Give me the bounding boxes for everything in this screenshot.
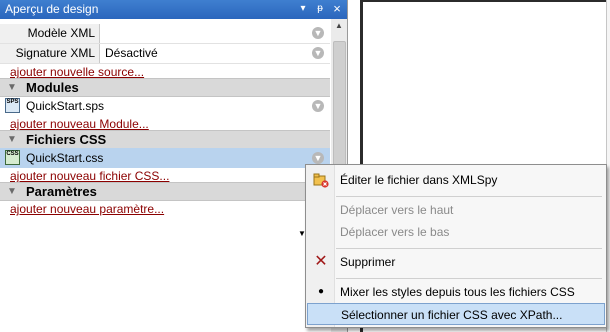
property-value[interactable]: Désactivé bbox=[105, 44, 158, 63]
module-file-row[interactable]: SPS QuickStart.sps ▼ bbox=[0, 96, 330, 116]
section-header-css[interactable]: ▼ Fichiers CSS bbox=[0, 130, 330, 149]
file-name: QuickStart.css bbox=[26, 151, 104, 165]
sps-file-icon: SPS bbox=[5, 98, 20, 113]
menu-separator bbox=[336, 248, 602, 249]
collapse-triangle-icon[interactable]: ▼ bbox=[7, 131, 17, 148]
menu-item-move-up: Déplacer vers le haut bbox=[307, 199, 605, 221]
close-icon[interactable]: × bbox=[330, 2, 344, 16]
add-css-link[interactable]: ajouter nouveau fichier CSS... bbox=[10, 169, 169, 183]
add-module-link[interactable]: ajouter nouveau Module... bbox=[10, 117, 149, 131]
section-header-parameters[interactable]: ▼ Paramètres bbox=[0, 182, 330, 201]
scroll-up-icon[interactable]: ▲ bbox=[331, 19, 347, 33]
panel-titlebar[interactable]: Aperçu de design ▾ ᵽ × bbox=[0, 0, 347, 19]
section-title: Modules bbox=[26, 80, 79, 95]
property-label: Modèle XML bbox=[0, 24, 100, 43]
panel-title: Aperçu de design bbox=[5, 2, 99, 16]
menu-item-select-css-xpath[interactable]: Sélectionner un fichier CSS avec XPath..… bbox=[307, 303, 605, 325]
add-parameter-link[interactable]: ajouter nouveau paramètre... bbox=[10, 202, 164, 216]
menu-item-move-down: Déplacer vers le bas bbox=[307, 221, 605, 243]
editor-frame-top bbox=[360, 0, 610, 2]
dropdown-icon[interactable]: ▾ bbox=[296, 2, 310, 16]
menu-item-mix-styles[interactable]: ● Mixer les styles depuis tous les fichi… bbox=[307, 281, 605, 303]
section-title: Paramètres bbox=[26, 184, 97, 199]
pin-icon[interactable]: ᵽ bbox=[313, 2, 327, 16]
delete-x-icon: ✕ bbox=[314, 253, 328, 270]
add-source-link[interactable]: ajouter nouvelle source... bbox=[10, 65, 144, 79]
design-overview-panel: Aperçu de design ▾ ᵽ × Modèle XML ▼ Sign… bbox=[0, 0, 348, 332]
menu-separator bbox=[336, 278, 602, 279]
property-row-xml-signature[interactable]: Signature XML Désactivé ▼ bbox=[0, 44, 330, 64]
menu-separator bbox=[336, 196, 602, 197]
panel-content: Modèle XML ▼ Signature XML Désactivé ▼ a… bbox=[0, 19, 330, 332]
menu-item-edit-in-xmlspy[interactable]: Éditer le fichier dans XMLSpy bbox=[307, 169, 605, 191]
circle-arrow-icon[interactable]: ▼ bbox=[312, 100, 324, 112]
circle-arrow-icon[interactable]: ▼ bbox=[312, 47, 324, 59]
css-file-row[interactable]: CSS QuickStart.css ▼ bbox=[0, 148, 330, 168]
css-file-icon: CSS bbox=[5, 150, 20, 165]
file-name: QuickStart.sps bbox=[26, 99, 105, 113]
menu-item-label: Supprimer bbox=[340, 255, 396, 269]
circle-arrow-icon[interactable]: ▼ bbox=[312, 27, 324, 39]
property-label: Signature XML bbox=[0, 44, 100, 63]
context-menu: Éditer le fichier dans XMLSpy Déplacer v… bbox=[305, 164, 607, 328]
property-row-xml-model[interactable]: Modèle XML ▼ bbox=[0, 24, 330, 44]
menu-item-label: Déplacer vers le bas bbox=[340, 225, 450, 239]
menu-item-label: Mixer les styles depuis tous les fichier… bbox=[340, 285, 575, 299]
circle-arrow-icon[interactable]: ▼ bbox=[312, 152, 324, 164]
collapse-triangle-icon[interactable]: ▼ bbox=[7, 183, 17, 200]
section-title: Fichiers CSS bbox=[26, 132, 107, 147]
menu-item-label: Déplacer vers le haut bbox=[340, 203, 454, 217]
menu-item-label: Sélectionner un fichier CSS avec XPath..… bbox=[341, 308, 563, 322]
radio-dot-icon: ● bbox=[317, 286, 325, 297]
section-header-modules[interactable]: ▼ Modules bbox=[0, 78, 330, 97]
collapse-triangle-icon[interactable]: ▼ bbox=[7, 79, 17, 96]
menu-item-label: Éditer le fichier dans XMLSpy bbox=[340, 173, 498, 187]
menu-item-delete[interactable]: ✕ Supprimer bbox=[307, 251, 605, 273]
edit-xmlspy-icon bbox=[313, 172, 329, 188]
